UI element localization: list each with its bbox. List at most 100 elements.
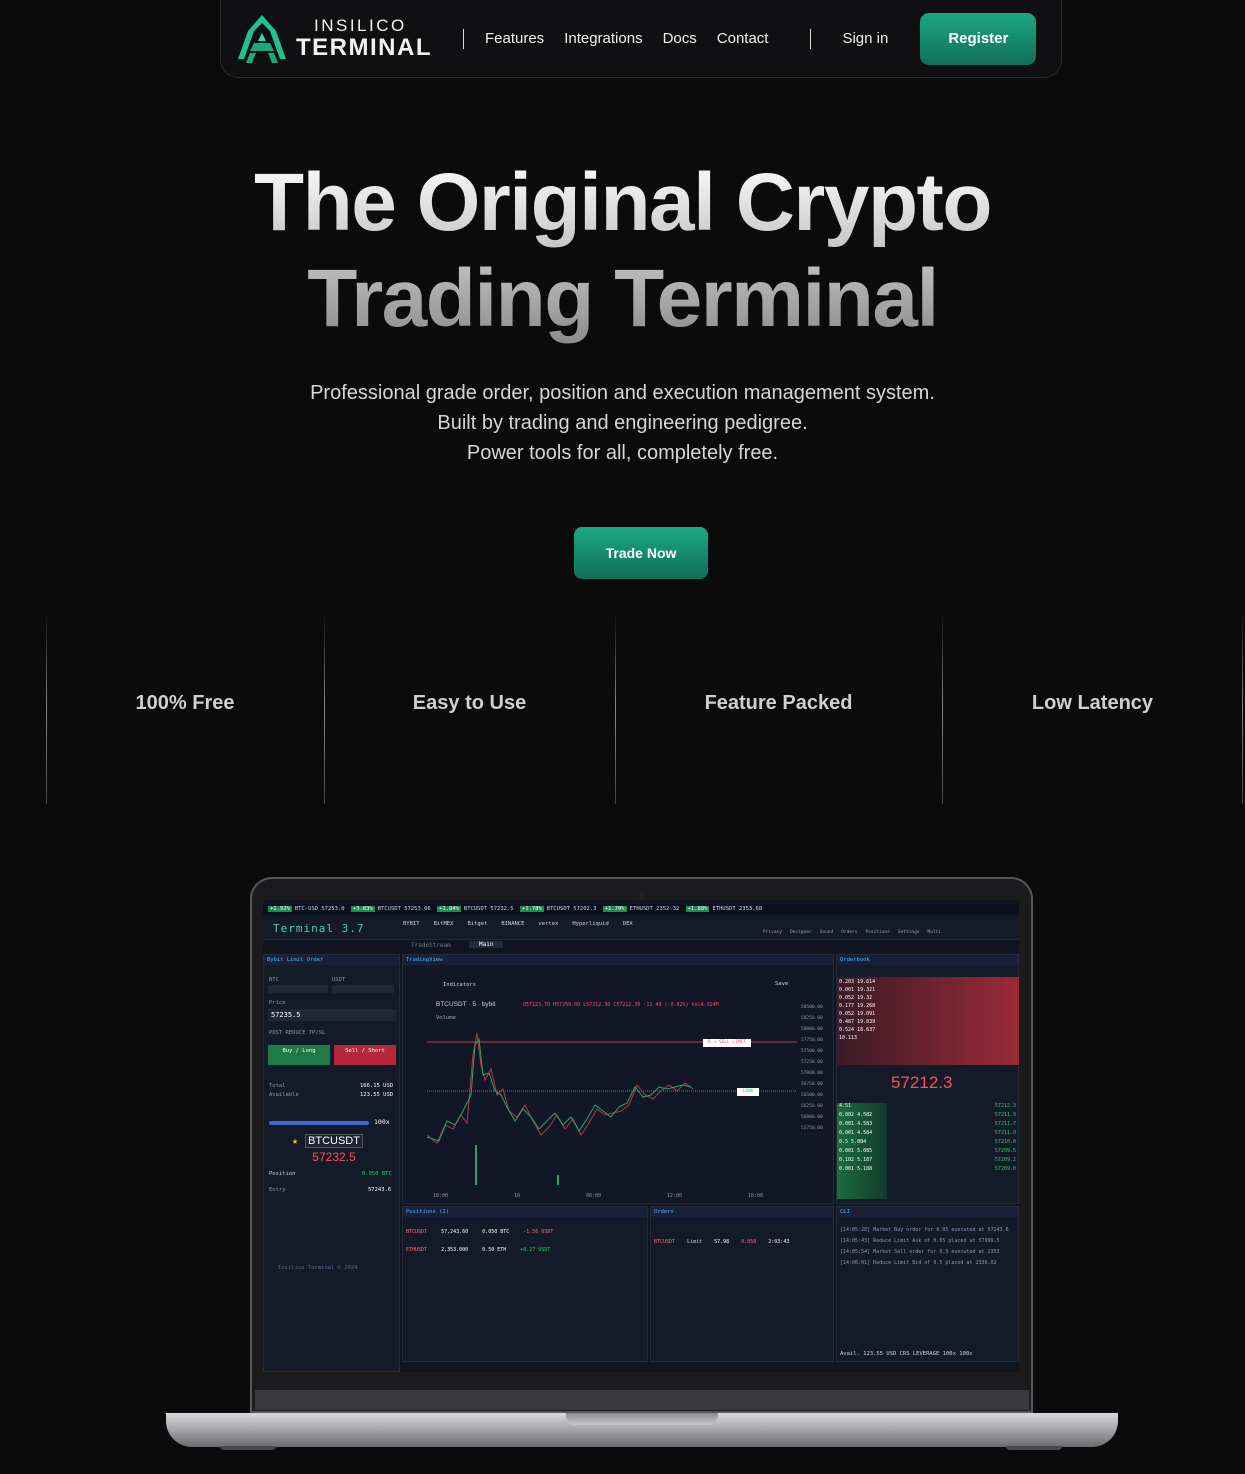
cli-line: [14:05:43] Reduce Limit Ask of 0.05 plac… <box>840 1238 1000 1244</box>
nav-link-integrations[interactable]: Integrations <box>564 30 642 47</box>
candlestick-chart <box>427 1032 797 1185</box>
position-row[interactable]: ETHUSDT 2,353.000 0.50 ETH +0.27 USDT <box>406 1247 550 1253</box>
toolbar-buttons: Privacy Designer Sound Orders Positions … <box>763 930 941 935</box>
toolbar-button[interactable]: Multi <box>928 930 942 935</box>
orders-panel: Orders BTCUSDT Limit 57.98 0.050 2:03:43 <box>650 1206 834 1362</box>
camera-icon <box>639 894 644 899</box>
bid-row: 0.102 5.187 <box>839 1157 873 1163</box>
symbol-price: 57232.5 <box>312 1150 356 1164</box>
bid-prices: 57212.3 57211.9 57211.7 57211.0 57210.0 57209… <box>994 1103 1016 1172</box>
hero-sub-line1: Professional grade order, position and e… <box>310 382 935 404</box>
sell-short-button[interactable]: Sell / Short <box>334 1045 396 1065</box>
time-axis: 18:00 10 06:00 12:00 18:00 <box>433 1193 763 1199</box>
terminal-title: Terminal 3.7 <box>273 922 365 935</box>
terminal-footer: Insilico Terminal © 2024 <box>278 1265 358 1271</box>
exchange-tab[interactable]: BYBIT <box>403 921 420 927</box>
exchange-tab[interactable]: BitMEX <box>434 921 454 927</box>
logo-bottom-text: TERMINAL <box>296 34 432 61</box>
bid-row: 0.002 4.582 <box>839 1112 873 1118</box>
ask-row: 0.203 19.614 <box>839 979 876 985</box>
toolbar-button[interactable]: Designer <box>790 930 812 935</box>
toolbar-button[interactable]: Orders <box>841 930 857 935</box>
ask-row: 0.052 19.091 <box>839 1011 876 1017</box>
toolbar-button[interactable]: Privacy <box>763 930 782 935</box>
ticker-item: +1.70% ETHUSDT 2352.32 <box>602 906 680 912</box>
base-label: BTC <box>269 977 279 983</box>
hero-title-line1: The Original Crypto <box>254 157 991 248</box>
cli-line: [14:05:54] Market Sell order for 0.5 exe… <box>840 1249 1000 1255</box>
hero-subtitle: Professional grade order, position and e… <box>0 378 1245 468</box>
hero-title-line2: Trading Terminal <box>307 253 938 344</box>
position-row[interactable]: BTCUSDT 57,243.60 0.050 BTC -1.56 USDT <box>406 1229 553 1235</box>
ask-row: 10.113 <box>839 1035 858 1041</box>
buy-long-button[interactable]: Buy / Long <box>268 1045 330 1065</box>
star-icon[interactable]: ★ <box>292 1136 298 1147</box>
nav-link-features[interactable]: Features <box>485 30 544 47</box>
workspace-tab[interactable]: TradeStream <box>411 942 451 949</box>
terminal-screenshot: +1.92% BTC-USD 57253.0 +3.83% BTCUSDT 5725… <box>263 900 1019 1372</box>
total-value: 166.15 USD <box>360 1083 394 1089</box>
chart-ohlc: O57223.70 H57250.00 L57212.30 C57212.30 … <box>523 1002 719 1008</box>
cli-line: [14:05:28] Market Buy order for 0.05 exe… <box>840 1227 1009 1233</box>
signin-link[interactable]: Sign in <box>842 30 888 47</box>
exchange-tab[interactable]: DEX <box>623 921 633 927</box>
total-label: Total <box>269 1083 286 1089</box>
exchange-tab[interactable]: Hyperliquid <box>572 921 608 927</box>
order-options[interactable]: POST REDUCE TP/SL <box>269 1030 325 1036</box>
chart-save-button[interactable]: Save <box>775 981 788 987</box>
quote-input[interactable] <box>332 985 394 993</box>
ticker-item: +1.84% BTCUSDT 57232.5 <box>437 906 514 912</box>
terminal-topbar: BYBIT BitMEX Bitget BINANCE vertex Hyper… <box>263 916 1019 940</box>
orderbook-panel: Orderbook 0.203 19.614 0.001 19.321 0.05… <box>836 954 1019 1204</box>
trade-now-button[interactable]: Trade Now <box>574 527 708 579</box>
ask-row: 0.177 19.268 <box>839 1003 876 1009</box>
features-row: 100% Free Easy to Use Feature Packed Low… <box>0 612 1245 804</box>
order-row[interactable]: BTCUSDT Limit 57.98 0.050 2:03:43 <box>654 1239 789 1245</box>
nav-divider <box>810 28 812 49</box>
order-panel-header: Bybit Limit Order <box>264 955 399 965</box>
register-button[interactable]: Register <box>920 12 1037 65</box>
bid-row: 0.5 5.084 <box>839 1139 867 1145</box>
laptop-foot <box>1006 1446 1062 1450</box>
toolbar-button[interactable]: Positions <box>865 930 889 935</box>
ticker-item: +3.83% BTCUSDT 57253.66 <box>350 906 431 912</box>
exchange-tab[interactable]: vertex <box>539 921 559 927</box>
nav-link-docs[interactable]: Docs <box>663 30 697 47</box>
price-input[interactable]: 57235.5 <box>268 1009 396 1021</box>
nav-link-contact[interactable]: Contact <box>717 30 769 47</box>
base-input[interactable] <box>268 985 328 993</box>
bid-row: 0.001 4.584 <box>839 1130 873 1136</box>
workspace-tab[interactable]: Main <box>469 941 504 948</box>
symbol-box: BTCUSDT <box>305 1134 363 1148</box>
exchange-tab[interactable]: Bitget <box>467 921 487 927</box>
bid-row: 4.51 <box>839 1103 852 1109</box>
cli-log: [14:05:28] Market Buy order for 0.05 exe… <box>840 1227 1016 1267</box>
asks-list: 0.203 19.614 0.001 19.321 0.052 19.32 0.… <box>839 979 875 1041</box>
entry-value: 57243.6 <box>368 1187 392 1193</box>
logo[interactable]: INSILICO TERMINAL <box>236 13 432 65</box>
exchange-tabs: BYBIT BitMEX Bitget BINANCE vertex Hyper… <box>403 921 633 927</box>
hero-sub-line2: Built by trading and engineering pedigre… <box>437 412 808 434</box>
long-position-tag[interactable]: LONG <box>737 1088 759 1096</box>
laptop-foot <box>220 1446 276 1450</box>
feature-latency: Low Latency <box>1031 692 1154 714</box>
feature-free: 100% Free <box>135 692 235 714</box>
toolbar-button[interactable]: Settings <box>898 930 920 935</box>
indicators-button[interactable]: Indicators <box>443 982 476 988</box>
toolbar-button[interactable]: Sound <box>820 930 834 935</box>
sell-limit-tag[interactable]: 0 × SELL LIMIT <box>703 1039 751 1047</box>
cli-line: [14:06:01] Reduce Limit Bid of 0.5 place… <box>840 1260 997 1266</box>
hero-title: The Original Crypto Trading Terminal <box>0 155 1245 347</box>
cli-status: Avail. 123.55 USD CRS LEVERAGE 100x 100x <box>840 1351 973 1357</box>
nav-divider <box>462 28 464 49</box>
orders-header: Orders <box>651 1207 833 1217</box>
volume-label: Volume <box>436 1015 456 1021</box>
position-label: Position <box>269 1171 296 1177</box>
available-value: 123.55 USD <box>360 1092 394 1098</box>
price-axis: 58500.00 58250.00 58000.00 57750.00 57500.00… <box>801 1005 823 1131</box>
leverage-slider[interactable] <box>269 1121 369 1125</box>
ask-row: 0.001 19.321 <box>839 987 876 993</box>
hero-sub-line3: Power tools for all, completely free. <box>466 442 779 464</box>
exchange-tab[interactable]: BINANCE <box>501 921 524 927</box>
bid-row: 0.001 4.583 <box>839 1121 873 1127</box>
